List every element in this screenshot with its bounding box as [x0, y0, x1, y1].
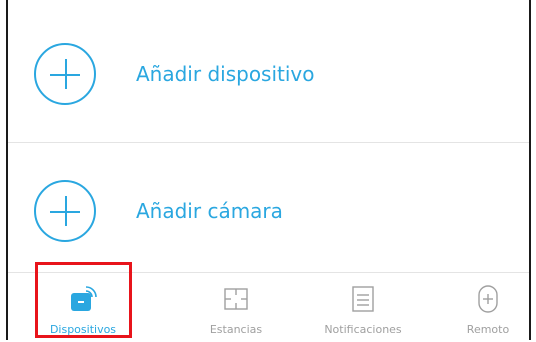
add-device-label[interactable]: Añadir dispositivo [136, 62, 315, 86]
rooms-icon [224, 288, 248, 310]
tab-estancias[interactable]: Estancias [186, 273, 286, 341]
app-window: Añadir dispositivo Añadir cámara Disposi… [6, 0, 531, 341]
tab-remoto[interactable]: Remoto [438, 273, 536, 341]
add-camera-label[interactable]: Añadir cámara [136, 199, 283, 223]
bottom-tab-bar: Dispositivos Estancias Notificaciones Re… [8, 272, 529, 341]
add-device-row[interactable]: Añadir dispositivo [8, 6, 529, 141]
add-camera-row[interactable]: Añadir cámara [8, 142, 529, 278]
notifications-icon [352, 286, 374, 312]
tab-notificaciones[interactable]: Notificaciones [313, 273, 413, 341]
plus-circle-icon[interactable] [34, 42, 96, 105]
remote-plus-icon [478, 285, 498, 313]
tab-label: Notificaciones [324, 323, 402, 336]
device-wifi-icon [71, 286, 97, 311]
plus-circle-icon[interactable] [34, 179, 96, 242]
tab-dispositivos[interactable]: Dispositivos [33, 273, 133, 341]
tab-label: Estancias [209, 323, 263, 336]
tab-label: Dispositivos [49, 323, 117, 336]
tab-label: Remoto [466, 323, 510, 336]
